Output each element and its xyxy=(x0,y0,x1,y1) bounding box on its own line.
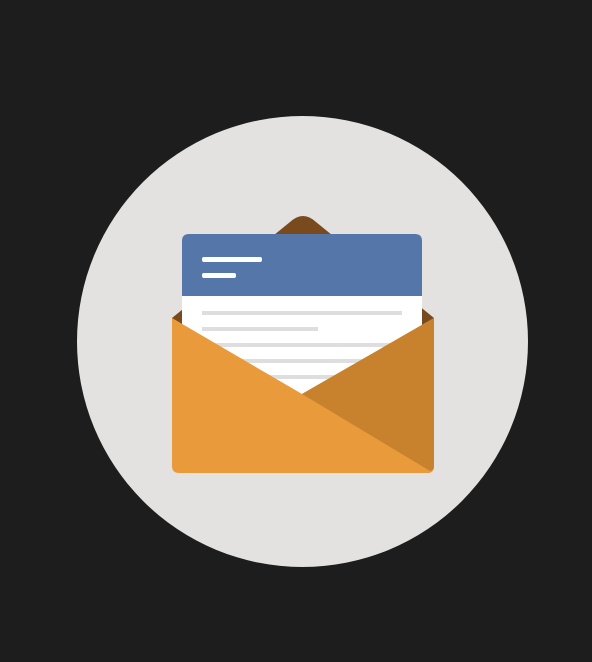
letter-line-2 xyxy=(202,327,318,331)
letter-header-line-1 xyxy=(202,257,262,262)
open-envelope-icon xyxy=(172,216,434,473)
letter-header-line-2 xyxy=(202,273,236,278)
letter-line-1 xyxy=(202,311,402,315)
letter-line-3 xyxy=(202,343,402,347)
letter-header xyxy=(182,234,422,296)
icon-stage xyxy=(0,0,592,662)
